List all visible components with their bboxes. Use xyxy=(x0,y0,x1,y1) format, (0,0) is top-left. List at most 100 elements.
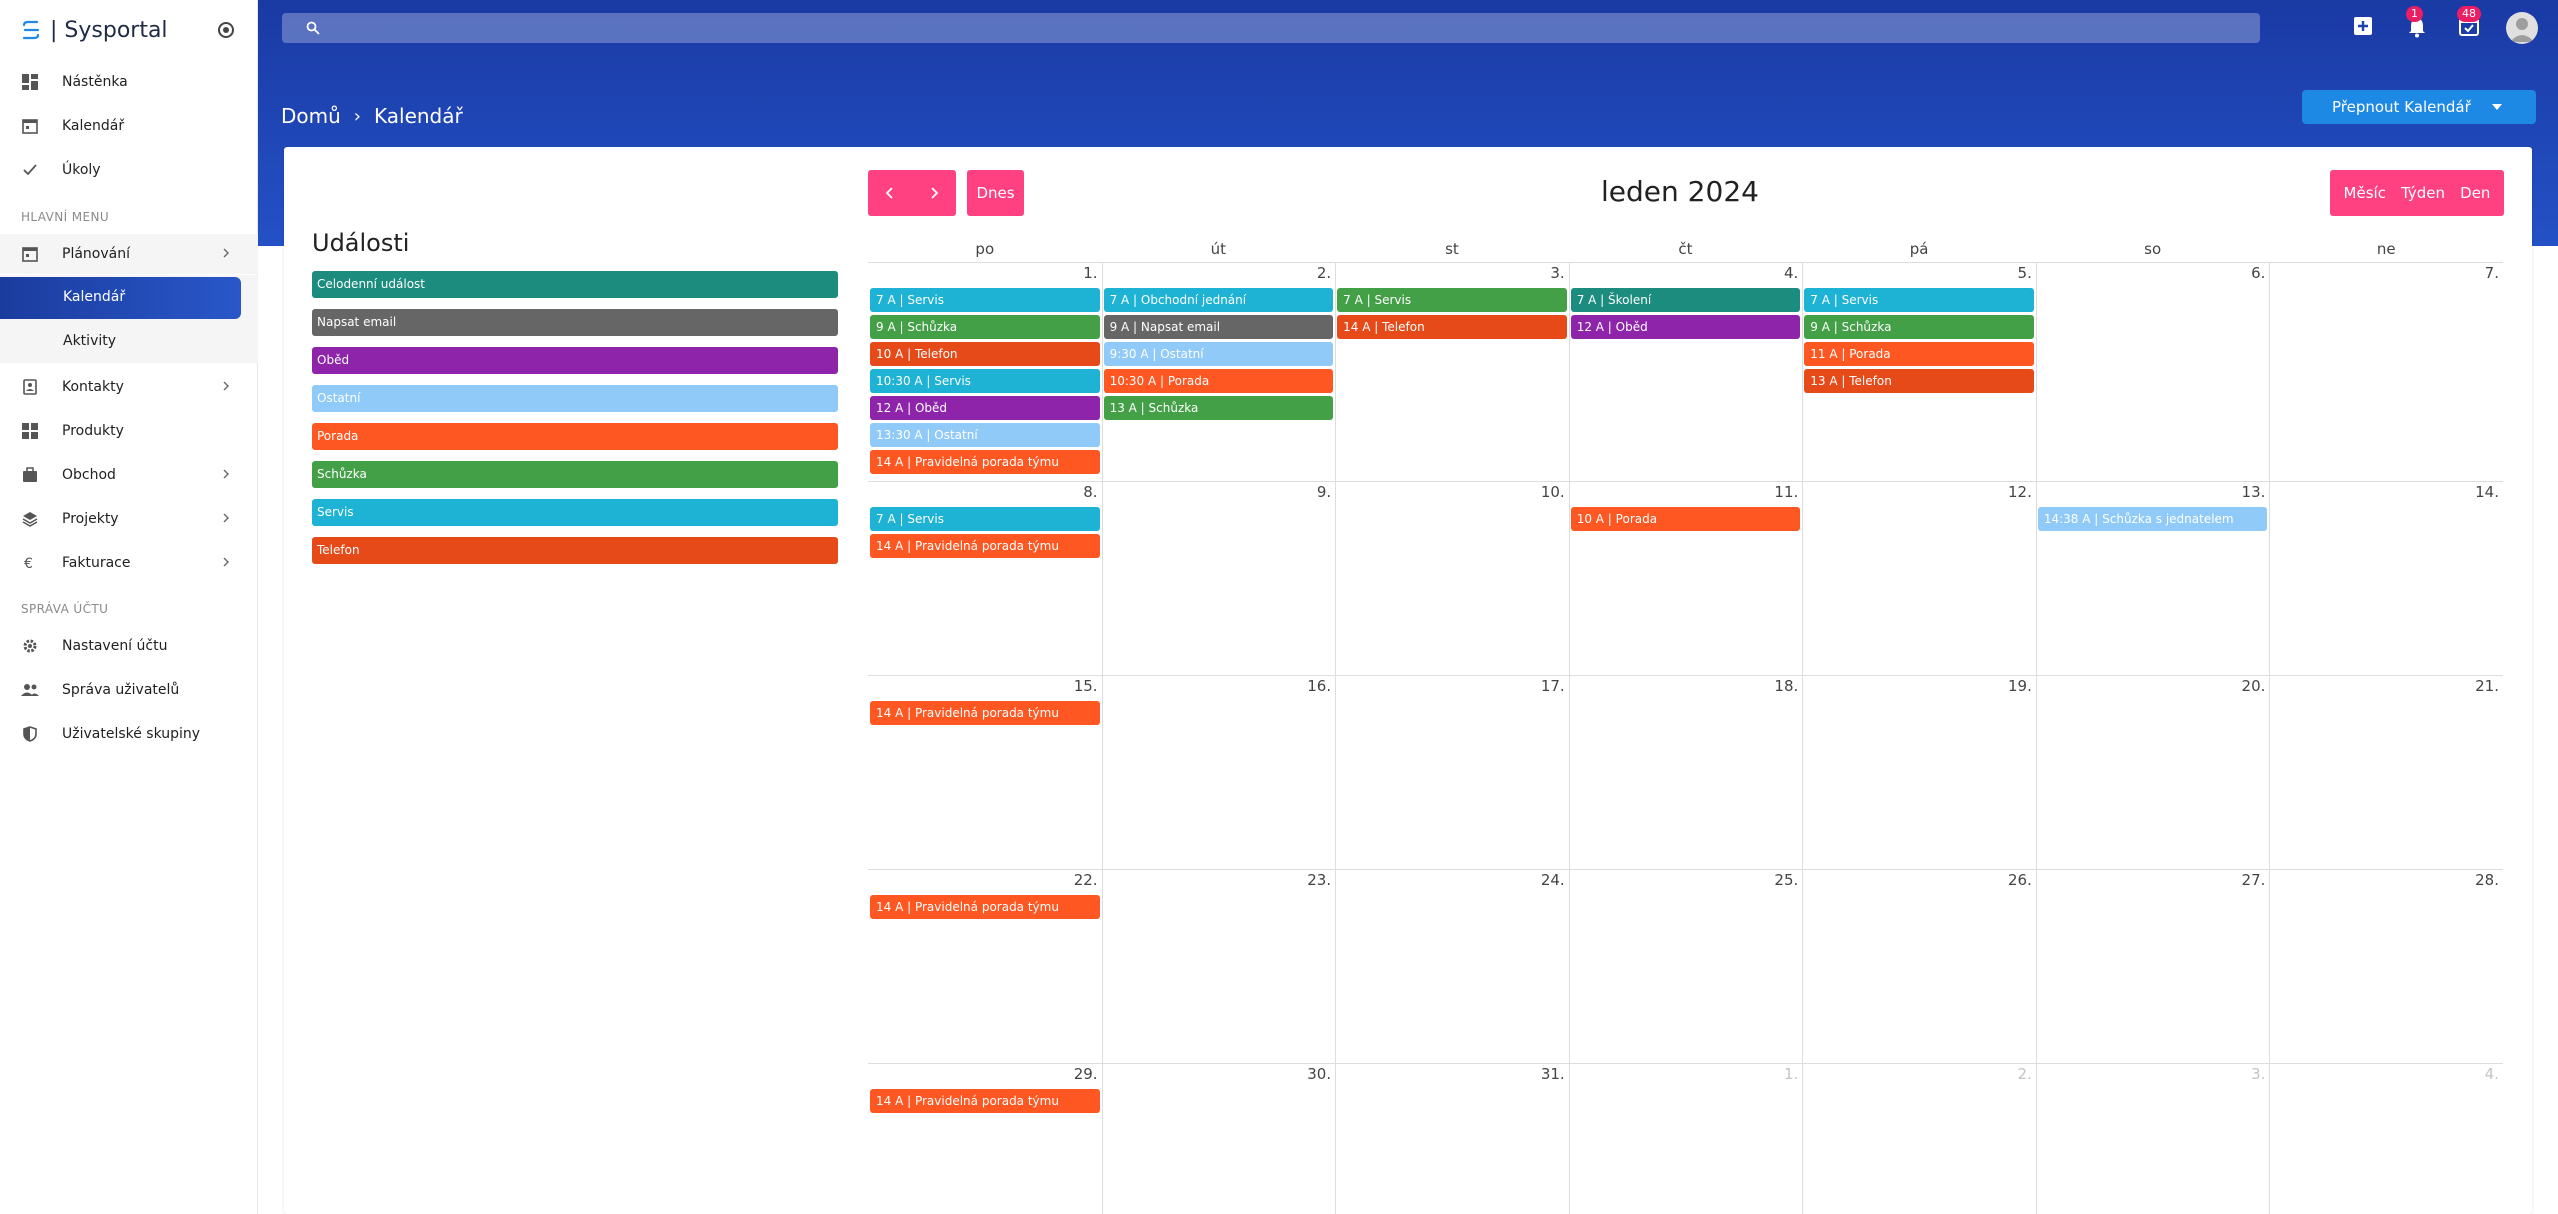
draggable-event[interactable]: Schůzka xyxy=(312,461,838,488)
day-number[interactable]: 9. xyxy=(1102,483,1331,501)
sidebar-item-tasks[interactable]: Úkoly xyxy=(0,150,258,190)
avatar[interactable] xyxy=(2506,12,2538,44)
day-number[interactable]: 20. xyxy=(2036,677,2266,695)
day-number[interactable]: 16. xyxy=(1102,677,1331,695)
calendar-event[interactable]: 7 A | Servis xyxy=(870,507,1100,531)
day-number[interactable]: 24. xyxy=(1335,871,1565,889)
day-number[interactable]: 3. xyxy=(2036,1065,2265,1083)
calendar-event[interactable]: 7 A | Školení xyxy=(1570,288,1801,312)
draggable-event[interactable]: Napsat email xyxy=(312,309,838,336)
day-number[interactable]: 29. xyxy=(868,1065,1098,1083)
draggable-event[interactable]: Oběd xyxy=(312,347,838,374)
search-input[interactable] xyxy=(282,13,2260,43)
day-number[interactable]: 17. xyxy=(1335,677,1565,695)
draggable-event[interactable]: Ostatní xyxy=(312,385,838,412)
day-number[interactable]: 13. xyxy=(2036,483,2266,501)
add-icon[interactable] xyxy=(2353,16,2375,38)
today-button[interactable]: Dnes xyxy=(967,170,1024,216)
sidebar-item-products[interactable]: Produkty xyxy=(0,411,258,451)
calendar-event[interactable]: 14:38 A | Schůzka s jednatelem xyxy=(2037,507,2268,531)
day-number[interactable]: 25. xyxy=(1569,871,1798,889)
draggable-event[interactable]: Telefon xyxy=(312,537,838,564)
sysportal-logo-icon xyxy=(20,19,42,41)
calendar-event[interactable]: 7 A | Servis xyxy=(870,288,1100,312)
day-number[interactable]: 3. xyxy=(1335,264,1564,282)
sidebar-item-user-management[interactable]: Správa uživatelů xyxy=(0,670,258,710)
sidebar-item-dashboard[interactable]: Nástěnka xyxy=(0,62,258,102)
sidebar-subitem-activities[interactable]: Aktivity xyxy=(0,319,258,363)
calendar-event[interactable]: 13 A | Telefon xyxy=(1804,369,2034,393)
sidebar-item-account-settings[interactable]: Nastavení účtu xyxy=(0,626,258,666)
draggable-event[interactable]: Porada xyxy=(312,423,838,450)
day-number[interactable]: 7. xyxy=(2269,264,2499,282)
day-number[interactable]: 31. xyxy=(1335,1065,1565,1083)
sidebar-item-projects[interactable]: Projekty xyxy=(0,499,258,539)
calendar-event[interactable]: 10:30 A | Servis xyxy=(870,369,1100,393)
calendar-event[interactable]: 14 A | Pravidelná porada týmu xyxy=(870,450,1100,474)
calendar-event[interactable]: 12 A | Oběd xyxy=(1570,315,1801,339)
day-number[interactable]: 22. xyxy=(868,871,1098,889)
calendar-event[interactable]: 11 A | Porada xyxy=(1804,342,2034,366)
calendar-event[interactable]: 7 A | Obchodní jednání xyxy=(1103,288,1334,312)
sidebar-item-contacts[interactable]: Kontakty xyxy=(0,367,258,407)
day-number[interactable]: 30. xyxy=(1102,1065,1331,1083)
calendar-event[interactable]: 9 A | Schůzka xyxy=(870,315,1100,339)
calendar-event[interactable]: 10:30 A | Porada xyxy=(1103,369,1334,393)
day-number[interactable]: 28. xyxy=(2269,871,2499,889)
calendar-event[interactable]: 9 A | Napsat email xyxy=(1103,315,1334,339)
sidebar-item-label: Aktivity xyxy=(63,333,117,349)
day-number[interactable]: 6. xyxy=(2036,264,2265,282)
view-day-button[interactable]: Den xyxy=(2460,184,2490,202)
day-number[interactable]: 23. xyxy=(1102,871,1331,889)
next-button[interactable] xyxy=(912,170,956,216)
calendar-event[interactable]: 13:30 A | Ostatní xyxy=(870,423,1100,447)
view-month-button[interactable]: Měsíc xyxy=(2344,184,2386,202)
sidebar-item-calendar[interactable]: Kalendář xyxy=(0,106,258,146)
day-number[interactable]: 21. xyxy=(2269,677,2499,695)
day-number[interactable]: 12. xyxy=(1802,483,2032,501)
day-number[interactable]: 2. xyxy=(1102,264,1331,282)
draggable-event[interactable]: Celodenní událost xyxy=(312,271,838,298)
day-number[interactable]: 18. xyxy=(1569,677,1798,695)
prev-button[interactable] xyxy=(868,170,912,216)
sidebar-pin-icon[interactable] xyxy=(218,22,234,38)
day-number[interactable]: 2. xyxy=(1802,1065,2032,1083)
sidebar-item-user-groups[interactable]: Uživatelské skupiny xyxy=(0,714,258,754)
day-number[interactable]: 14. xyxy=(2269,483,2499,501)
day-number[interactable]: 10. xyxy=(1335,483,1565,501)
draggable-event[interactable]: Servis xyxy=(312,499,838,526)
calendar-event[interactable]: 14 A | Pravidelná porada týmu xyxy=(870,1089,1100,1113)
calendar-event[interactable]: 12 A | Oběd xyxy=(870,396,1100,420)
day-number[interactable]: 5. xyxy=(1802,264,2032,282)
view-week-button[interactable]: Týden xyxy=(2401,184,2445,202)
calendar-event[interactable]: 9:30 A | Ostatní xyxy=(1103,342,1334,366)
calendar-event[interactable]: 13 A | Schůzka xyxy=(1103,396,1334,420)
calendar-event[interactable]: 10 A | Porada xyxy=(1570,507,1801,531)
calendar-event[interactable]: 14 A | Pravidelná porada týmu xyxy=(870,895,1100,919)
brand[interactable]: | Sysportal xyxy=(20,15,168,45)
calendar-event[interactable]: 14 A | Pravidelná porada týmu xyxy=(870,534,1100,558)
sidebar-item-deals[interactable]: Obchod xyxy=(0,455,258,495)
sidebar-subitem-calendar[interactable]: Kalendář xyxy=(0,275,258,319)
day-number[interactable]: 8. xyxy=(868,483,1097,501)
day-number[interactable]: 1. xyxy=(868,264,1097,282)
calendar-event[interactable]: 9 A | Schůzka xyxy=(1804,315,2034,339)
day-number[interactable]: 4. xyxy=(1569,264,1798,282)
calendar-event[interactable]: 10 A | Telefon xyxy=(870,342,1100,366)
day-number[interactable]: 26. xyxy=(1802,871,2032,889)
day-number[interactable]: 19. xyxy=(1802,677,2032,695)
day-number[interactable]: 4. xyxy=(2269,1065,2499,1083)
sidebar-item-planning[interactable]: Plánování xyxy=(0,234,258,274)
grid-row-divider xyxy=(868,481,2503,482)
day-number[interactable]: 15. xyxy=(868,677,1098,695)
switch-calendar-button[interactable]: Přepnout Kalendář xyxy=(2302,90,2536,124)
day-number[interactable]: 11. xyxy=(1569,483,1798,501)
day-number[interactable]: 27. xyxy=(2036,871,2266,889)
sidebar-item-invoicing[interactable]: € Fakturace xyxy=(0,543,258,583)
breadcrumb-home[interactable]: Domů xyxy=(281,104,341,128)
calendar-event[interactable]: 7 A | Servis xyxy=(1804,288,2034,312)
calendar-event[interactable]: 7 A | Servis xyxy=(1337,288,1567,312)
calendar-event[interactable]: 14 A | Pravidelná porada týmu xyxy=(870,701,1100,725)
day-number[interactable]: 1. xyxy=(1569,1065,1798,1083)
calendar-event[interactable]: 14 A | Telefon xyxy=(1337,315,1567,339)
